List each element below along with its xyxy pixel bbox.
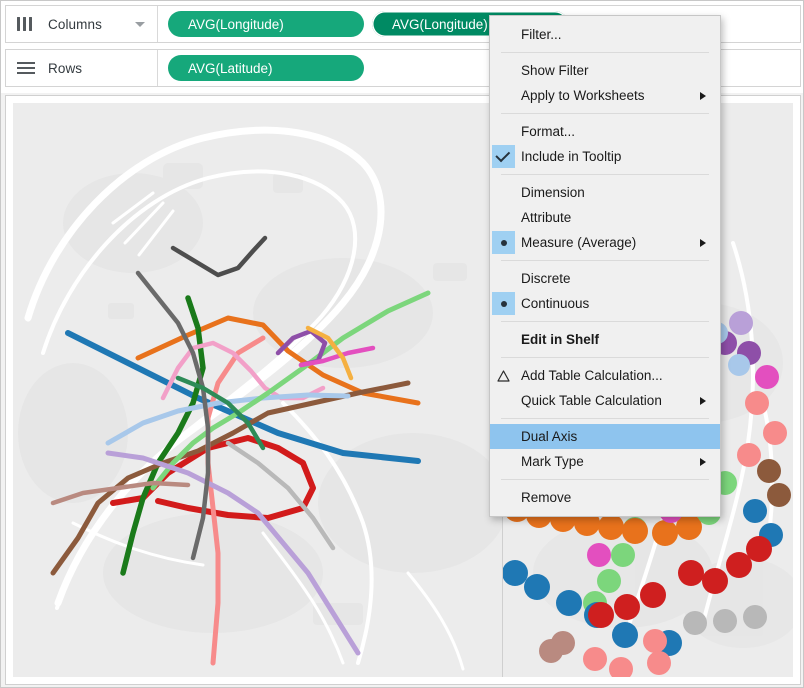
- checkmark-icon: [492, 145, 515, 168]
- menu-separator: [501, 113, 709, 114]
- menu-item-measure-average[interactable]: Measure (Average): [490, 230, 720, 255]
- menu-item-label: Quick Table Calculation: [521, 393, 662, 408]
- menu-separator: [501, 479, 709, 480]
- menu-separator: [501, 321, 709, 322]
- menu-item-add-table-calculation[interactable]: Add Table Calculation...: [490, 363, 720, 388]
- radio-selected-icon: [492, 292, 515, 315]
- delta-table-calculation-icon: [492, 364, 515, 387]
- submenu-arrow-icon: [700, 92, 706, 100]
- menu-separator: [501, 52, 709, 53]
- menu-separator: [501, 260, 709, 261]
- menu-item-label: Remove: [521, 490, 571, 505]
- menu-item-label: Apply to Worksheets: [521, 88, 645, 103]
- context-menu-list: Filter... Show Filter Apply to Worksheets F…: [490, 22, 720, 510]
- menu-item-label: Filter...: [521, 27, 562, 42]
- rows-shelf-label: Rows: [48, 61, 82, 76]
- menu-item-filter[interactable]: Filter...: [490, 22, 720, 47]
- menu-item-discrete[interactable]: Discrete: [490, 266, 720, 291]
- columns-shelf-label: Columns: [48, 17, 102, 32]
- pill-context-menu[interactable]: Filter... Show Filter Apply to Worksheets F…: [489, 15, 721, 517]
- radio-selected-icon: [492, 231, 515, 254]
- menu-item-show-filter[interactable]: Show Filter: [490, 58, 720, 83]
- menu-item-dual-axis[interactable]: Dual Axis: [490, 424, 720, 449]
- menu-item-label: Discrete: [521, 271, 571, 286]
- submenu-arrow-icon: [700, 239, 706, 247]
- menu-item-mark-type[interactable]: Mark Type: [490, 449, 720, 474]
- pill-avg-latitude[interactable]: AVG(Latitude): [168, 55, 364, 81]
- menu-item-format[interactable]: Format...: [490, 119, 720, 144]
- pill-avg-longitude-1[interactable]: AVG(Longitude): [168, 11, 364, 37]
- left-map-svg: [13, 103, 502, 677]
- menu-separator: [501, 418, 709, 419]
- menu-separator: [501, 174, 709, 175]
- menu-item-dimension[interactable]: Dimension: [490, 180, 720, 205]
- columns-icon: [17, 17, 39, 31]
- menu-item-include-in-tooltip[interactable]: Include in Tooltip: [490, 144, 720, 169]
- menu-item-attribute[interactable]: Attribute: [490, 205, 720, 230]
- menu-item-label: Measure (Average): [521, 235, 636, 250]
- menu-item-label: Attribute: [521, 210, 571, 225]
- menu-separator: [501, 357, 709, 358]
- menu-item-label: Edit in Shelf: [521, 332, 599, 347]
- chevron-down-icon[interactable]: [135, 22, 145, 27]
- menu-item-edit-in-shelf[interactable]: Edit in Shelf: [490, 327, 720, 352]
- menu-item-label: Mark Type: [521, 454, 584, 469]
- submenu-arrow-icon: [700, 458, 706, 466]
- menu-item-continuous[interactable]: Continuous: [490, 291, 720, 316]
- menu-item-quick-table-calculation[interactable]: Quick Table Calculation: [490, 388, 720, 413]
- menu-item-label: Continuous: [521, 296, 589, 311]
- menu-item-label: Format...: [521, 124, 575, 139]
- rows-icon: [17, 61, 39, 75]
- menu-item-label: Include in Tooltip: [521, 149, 621, 164]
- menu-item-label: Dual Axis: [521, 429, 577, 444]
- menu-item-label: Add Table Calculation...: [521, 368, 663, 383]
- rows-shelf-header: Rows: [6, 50, 158, 86]
- tableau-worksheet-window: Columns AVG(Longitude) AVG(Longitude) Ro…: [0, 0, 804, 688]
- menu-item-apply-to-worksheets[interactable]: Apply to Worksheets: [490, 83, 720, 108]
- columns-shelf-header: Columns: [6, 6, 158, 42]
- submenu-arrow-icon: [700, 397, 706, 405]
- menu-item-label: Show Filter: [521, 63, 589, 78]
- menu-item-remove[interactable]: Remove: [490, 485, 720, 510]
- left-map-pane[interactable]: [13, 103, 503, 677]
- menu-item-label: Dimension: [521, 185, 585, 200]
